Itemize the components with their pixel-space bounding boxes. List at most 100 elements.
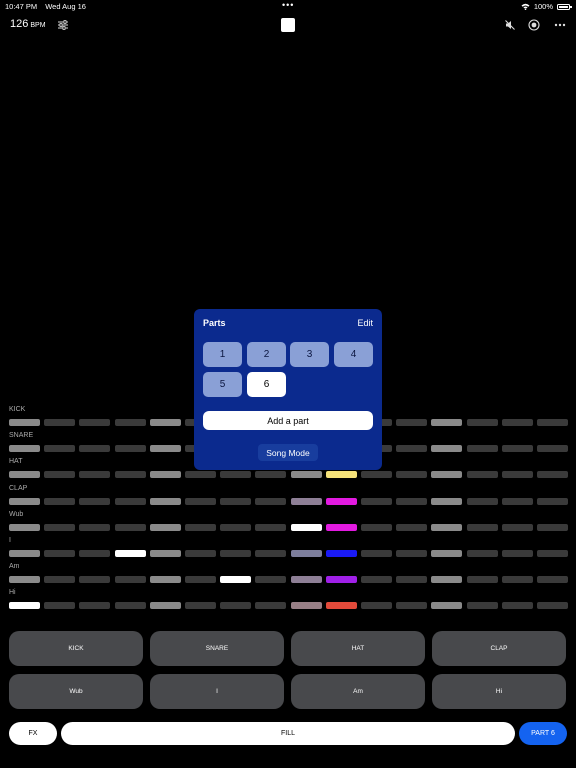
step-cell[interactable]: [114, 419, 146, 426]
step-cell[interactable]: [466, 471, 498, 479]
step-cell[interactable]: [501, 471, 533, 479]
step-cell[interactable]: [361, 576, 392, 584]
pad-wub[interactable]: Wub: [9, 674, 143, 709]
step-cell[interactable]: [220, 497, 252, 505]
step-cell[interactable]: [501, 523, 533, 531]
step-cell[interactable]: [9, 471, 40, 479]
step-cell[interactable]: [396, 419, 428, 426]
step-cell[interactable]: [431, 497, 463, 505]
step-cell[interactable]: [255, 523, 287, 531]
fx-button[interactable]: FX: [9, 722, 57, 745]
step-cell[interactable]: [185, 602, 216, 610]
step-cell[interactable]: [290, 471, 322, 479]
step-cell[interactable]: [9, 445, 40, 453]
step-cell[interactable]: [185, 471, 216, 479]
mute-icon[interactable]: [503, 18, 517, 32]
step-cell[interactable]: [537, 497, 568, 505]
multitask-dots[interactable]: •••: [282, 0, 294, 10]
step-cell[interactable]: [396, 497, 428, 505]
step-cell[interactable]: [537, 550, 568, 557]
step-cell[interactable]: [149, 471, 181, 479]
step-cell[interactable]: [220, 523, 252, 531]
step-cell[interactable]: [466, 523, 498, 531]
step-cell[interactable]: [149, 602, 181, 610]
step-cell[interactable]: [361, 602, 392, 610]
step-cell[interactable]: [501, 497, 533, 505]
step-cell[interactable]: [431, 550, 463, 557]
step-cell[interactable]: [361, 497, 392, 505]
song-mode-button[interactable]: Song Mode: [258, 444, 318, 461]
step-cell[interactable]: [325, 471, 357, 479]
step-cell[interactable]: [396, 471, 428, 479]
step-cell[interactable]: [255, 471, 287, 479]
pad-hi[interactable]: Hi: [432, 674, 566, 709]
record-icon[interactable]: [527, 18, 541, 32]
stop-icon[interactable]: [281, 18, 295, 32]
sliders-icon[interactable]: [56, 18, 70, 32]
step-cell[interactable]: [325, 497, 357, 505]
step-cell[interactable]: [114, 523, 146, 531]
step-cell[interactable]: [325, 523, 357, 531]
step-cell[interactable]: [255, 576, 287, 584]
step-cell[interactable]: [466, 419, 498, 426]
step-cell[interactable]: [9, 576, 40, 584]
step-cell[interactable]: [431, 471, 463, 479]
step-cell[interactable]: [466, 602, 498, 610]
step-cell[interactable]: [9, 419, 40, 426]
step-cell[interactable]: [325, 602, 357, 610]
step-cell[interactable]: [220, 550, 252, 557]
step-cell[interactable]: [149, 445, 181, 453]
step-cell[interactable]: [9, 602, 40, 610]
step-cell[interactable]: [79, 497, 111, 505]
step-cell[interactable]: [361, 471, 392, 479]
step-cell[interactable]: [396, 523, 428, 531]
step-cell[interactable]: [431, 445, 463, 453]
bpm-display[interactable]: 126 BPM: [10, 18, 46, 30]
step-cell[interactable]: [149, 497, 181, 505]
step-cell[interactable]: [501, 445, 533, 453]
step-cell[interactable]: [79, 550, 111, 557]
step-cell[interactable]: [537, 602, 568, 610]
step-cell[interactable]: [185, 550, 216, 557]
step-cell[interactable]: [255, 550, 287, 557]
pad-snare[interactable]: SNARE: [150, 631, 284, 666]
pad-clap[interactable]: CLAP: [432, 631, 566, 666]
step-cell[interactable]: [114, 497, 146, 505]
add-part-button[interactable]: Add a part: [203, 411, 373, 430]
step-cell[interactable]: [396, 602, 428, 610]
step-cell[interactable]: [185, 576, 216, 584]
step-cell[interactable]: [466, 497, 498, 505]
step-cell[interactable]: [431, 602, 463, 610]
part-button-1[interactable]: 1: [203, 342, 242, 367]
step-cell[interactable]: [44, 523, 76, 531]
fill-button[interactable]: FILL: [61, 722, 515, 745]
step-cell[interactable]: [79, 602, 111, 610]
step-cell[interactable]: [501, 602, 533, 610]
step-cell[interactable]: [537, 419, 568, 426]
pad-hat[interactable]: HAT: [291, 631, 425, 666]
step-cell[interactable]: [396, 576, 428, 584]
step-cell[interactable]: [9, 550, 40, 557]
step-cell[interactable]: [149, 576, 181, 584]
step-cell[interactable]: [361, 550, 392, 557]
step-cell[interactable]: [79, 419, 111, 426]
step-cell[interactable]: [290, 602, 322, 610]
part-selector-button[interactable]: PART 6: [519, 722, 567, 745]
pad-kick[interactable]: KICK: [9, 631, 143, 666]
step-cell[interactable]: [255, 497, 287, 505]
step-cell[interactable]: [9, 523, 40, 531]
edit-button[interactable]: Edit: [357, 318, 373, 328]
step-cell[interactable]: [537, 445, 568, 453]
step-cell[interactable]: [290, 497, 322, 505]
step-cell[interactable]: [44, 445, 76, 453]
step-cell[interactable]: [290, 576, 322, 584]
step-cell[interactable]: [114, 576, 146, 584]
step-cell[interactable]: [44, 602, 76, 610]
step-cell[interactable]: [149, 419, 181, 426]
step-cell[interactable]: [79, 523, 111, 531]
step-cell[interactable]: [44, 497, 76, 505]
step-cell[interactable]: [114, 445, 146, 453]
step-cell[interactable]: [396, 550, 428, 557]
step-cell[interactable]: [290, 550, 322, 557]
step-cell[interactable]: [220, 576, 252, 584]
